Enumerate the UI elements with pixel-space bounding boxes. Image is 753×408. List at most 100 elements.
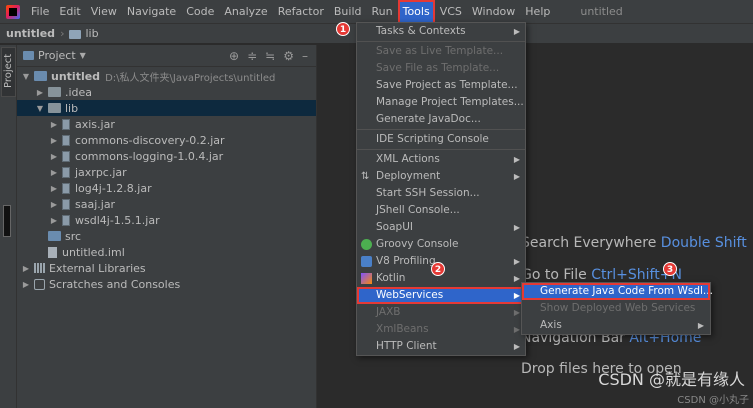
hint-search-everywhere: Search Everywhere Double Shift [521, 235, 747, 251]
menu-separator [357, 41, 525, 42]
menu-code[interactable]: Code [181, 0, 219, 24]
structure-tool-marker[interactable] [3, 205, 11, 237]
step-badge-1: 1 [336, 22, 350, 36]
menu-item-webservices[interactable]: WebServices ▶ [357, 287, 525, 304]
menu-item-soapui[interactable]: SoapUI ▶ [357, 219, 525, 236]
menu-item-tasks-contexts[interactable]: Tasks & Contexts ▶ [357, 23, 525, 40]
tree-item-label: jaxrpc.jar [75, 165, 127, 179]
tree-row-jar[interactable]: ▶ axis.jar [17, 116, 316, 132]
collapse-arrow-icon[interactable]: ▶ [21, 280, 31, 289]
tree-row-jar[interactable]: ▶ log4j-1.2.8.jar [17, 180, 316, 196]
chevron-down-icon[interactable]: ▼ [80, 51, 86, 60]
menu-view[interactable]: View [86, 0, 122, 24]
menu-build[interactable]: Build [329, 0, 367, 24]
menu-item-ssh[interactable]: Start SSH Session... [357, 185, 525, 202]
menu-tools[interactable]: Tools [397, 0, 435, 24]
collapse-arrow-icon[interactable]: ▶ [49, 216, 59, 225]
submenu-arrow-icon: ▶ [513, 291, 520, 300]
menu-edit[interactable]: Edit [54, 0, 85, 24]
menu-analyze[interactable]: Analyze [219, 0, 272, 24]
menu-item-http-client[interactable]: HTTP Client ▶ [357, 338, 525, 355]
menu-item-generate-java-from-wsdl[interactable]: Generate Java Code From Wsdl... [522, 283, 713, 300]
folder-icon [48, 103, 61, 113]
breadcrumb-project[interactable]: untitled [6, 27, 55, 40]
menu-item-manage-templates[interactable]: Manage Project Templates... [357, 94, 525, 111]
collapse-arrow-icon[interactable]: ▶ [49, 136, 59, 145]
menu-item-axis[interactable]: Axis ▶ [522, 317, 710, 334]
collapse-arrow-icon[interactable]: ▶ [49, 200, 59, 209]
menu-item-jshell[interactable]: JShell Console... [357, 202, 525, 219]
tree-row-jar[interactable]: ▶ jaxrpc.jar [17, 164, 316, 180]
tree-row-jar[interactable]: ▶ saaj.jar [17, 196, 316, 212]
menu-item-label: JAXB [376, 306, 401, 318]
jar-icon [62, 134, 70, 146]
tree-item-label: axis.jar [75, 117, 115, 131]
tree-row-root[interactable]: ▼ untitled D:\私人文件夹\JavaProjects\untitle… [17, 68, 316, 84]
menu-item-xml-actions[interactable]: XML Actions ▶ [357, 151, 525, 168]
collapse-arrow-icon[interactable]: ▶ [21, 264, 31, 273]
tree-row-jar[interactable]: ▶ commons-discovery-0.2.jar [17, 132, 316, 148]
tree-root-path: D:\私人文件夹\JavaProjects\untitled [105, 72, 276, 84]
groovy-icon [361, 239, 372, 250]
watermark-small: CSDN @小丸子 [677, 395, 749, 406]
breadcrumb-folder[interactable]: lib [85, 27, 98, 40]
tree-row-idea[interactable]: ▶ .idea [17, 84, 316, 100]
tools-dropdown-menu: Tasks & Contexts ▶ Save as Live Template.… [356, 22, 526, 356]
submenu-arrow-icon: ▶ [513, 274, 520, 283]
project-view-icon [23, 51, 34, 60]
menu-item-save-file-template: Save File as Template... [376, 62, 500, 74]
tree-row-jar[interactable]: ▶ commons-logging-1.0.4.jar [17, 148, 316, 164]
tree-root-name: untitled [51, 69, 101, 83]
menu-file[interactable]: File [26, 0, 54, 24]
window-title: untitled [580, 4, 623, 18]
menu-item-deployment[interactable]: ⇅ Deployment ▶ [357, 168, 525, 185]
expand-all-icon[interactable]: ≑ [247, 49, 257, 63]
collapse-arrow-icon[interactable]: ▶ [49, 184, 59, 193]
hint-label: Search Everywhere [521, 235, 657, 251]
tree-row-jar[interactable]: ▶ wsdl4j-1.5.1.jar [17, 212, 316, 228]
submenu-arrow-icon: ▶ [513, 342, 520, 351]
tree-row-scratches[interactable]: ▶ Scratches and Consoles [17, 276, 316, 292]
jar-icon [62, 150, 70, 162]
webservices-submenu: Generate Java Code From Wsdl... Show Dep… [521, 282, 713, 335]
locate-icon[interactable]: ⊕ [229, 49, 239, 63]
menu-item-xmlbeans: XmlBeans ▶ [357, 321, 525, 338]
menu-item-label: Deployment [376, 170, 441, 182]
menu-separator [357, 149, 525, 150]
menu-item-ide-scripting[interactable]: IDE Scripting Console [357, 131, 525, 148]
collapse-arrow-icon[interactable]: ▶ [35, 88, 45, 97]
v8-icon [361, 256, 372, 267]
menu-help[interactable]: Help [520, 0, 555, 24]
menu-navigate[interactable]: Navigate [122, 0, 181, 24]
project-panel-header: Project ▼ ⊕ ≑ ≒ ⚙ – [17, 45, 316, 67]
expand-arrow-icon[interactable]: ▼ [35, 104, 45, 113]
scratches-icon [34, 278, 45, 290]
menu-item-generate-javadoc[interactable]: Generate JavaDoc... [357, 111, 525, 128]
menu-item-save-project-template[interactable]: Save Project as Template... [357, 77, 525, 94]
collapse-arrow-icon[interactable]: ▶ [49, 120, 59, 129]
minimize-icon[interactable]: – [302, 49, 308, 63]
menu-refactor[interactable]: Refactor [273, 0, 329, 24]
menu-item-groovy-console[interactable]: Groovy Console [357, 236, 525, 253]
submenu-arrow-icon: ▶ [513, 325, 520, 334]
project-panel: Project ▼ ⊕ ≑ ≒ ⚙ – ▼ untitled D:\私人文件夹\… [17, 45, 317, 408]
expand-arrow-icon[interactable]: ▼ [21, 72, 31, 81]
tree-item-label: commons-logging-1.0.4.jar [75, 149, 224, 163]
tree-row-iml[interactable]: untitled.iml [17, 244, 316, 260]
tree-item-label: untitled.iml [62, 245, 125, 259]
tree-row-lib[interactable]: ▼ lib [17, 100, 316, 116]
folder-icon [48, 87, 61, 97]
gear-icon[interactable]: ⚙ [283, 49, 294, 63]
tree-row-external-libraries[interactable]: ▶ External Libraries [17, 260, 316, 276]
tree-item-label: lib [65, 101, 79, 115]
menu-run[interactable]: Run [367, 0, 398, 24]
menu-item-label: V8 Profiling [376, 255, 436, 267]
collapse-arrow-icon[interactable]: ▶ [49, 152, 59, 161]
menu-vcs[interactable]: VCS [435, 0, 467, 24]
menu-window[interactable]: Window [467, 0, 520, 24]
project-tool-tab[interactable]: Project [1, 47, 16, 97]
collapse-arrow-icon[interactable]: ▶ [49, 168, 59, 177]
tree-row-src[interactable]: src [17, 228, 316, 244]
collapse-all-icon[interactable]: ≒ [265, 49, 275, 63]
project-panel-title[interactable]: Project [38, 49, 76, 62]
